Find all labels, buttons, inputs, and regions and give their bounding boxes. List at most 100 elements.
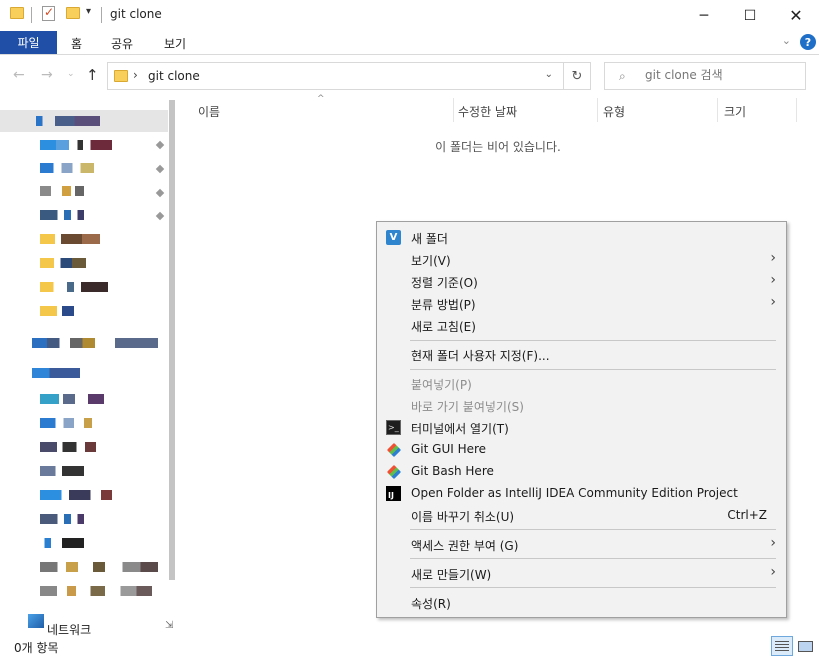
nav-item[interactable] bbox=[40, 490, 112, 500]
menu-separator bbox=[410, 529, 776, 530]
details-view-icon bbox=[775, 640, 789, 652]
menu-item-paste: 붙여넣기(P) bbox=[377, 372, 786, 394]
menu-separator bbox=[410, 587, 776, 588]
menu-item-sort-by[interactable]: 정렬 기준(O) › bbox=[377, 270, 786, 292]
up-icon[interactable]: ↑ bbox=[86, 66, 99, 84]
column-header-modified[interactable]: 수정한 날짜 bbox=[458, 96, 517, 124]
ribbon-tabs: 파일 홈 공유 보기 ⌄ ? bbox=[0, 31, 819, 55]
nav-item[interactable] bbox=[40, 442, 96, 452]
tab-file[interactable]: 파일 bbox=[0, 31, 57, 54]
column-header-type[interactable]: 유형 bbox=[603, 96, 625, 124]
back-icon[interactable]: ← bbox=[13, 67, 25, 83]
menu-item-git-bash[interactable]: Git Bash Here bbox=[377, 460, 786, 482]
nav-item[interactable] bbox=[40, 514, 84, 524]
menu-item-git-gui[interactable]: Git GUI Here bbox=[377, 438, 786, 460]
nav-item-folder[interactable] bbox=[40, 258, 86, 268]
column-divider[interactable] bbox=[453, 98, 454, 122]
chevron-down-icon[interactable]: ⌄ bbox=[545, 69, 553, 80]
expand-ribbon-icon[interactable]: ⌄ bbox=[782, 34, 791, 47]
search-input[interactable] bbox=[645, 68, 795, 82]
nav-item-folder[interactable] bbox=[40, 306, 74, 316]
menu-item-view[interactable]: 보기(V) › bbox=[377, 248, 786, 270]
folder-icon bbox=[10, 7, 24, 19]
nav-item[interactable] bbox=[40, 210, 84, 220]
menu-item-label: 이름 바꾸기 취소(U) bbox=[411, 510, 515, 524]
nav-item[interactable] bbox=[40, 538, 84, 548]
nav-item[interactable] bbox=[40, 163, 94, 173]
help-icon[interactable]: ? bbox=[800, 34, 816, 50]
menu-item-label: 새로 만들기(W) bbox=[411, 568, 492, 582]
properties-quick-icon[interactable] bbox=[42, 5, 55, 21]
column-header-size[interactable]: 크기 bbox=[724, 96, 746, 124]
nav-scrollbar[interactable] bbox=[168, 96, 176, 636]
chevron-right-icon: › bbox=[770, 272, 776, 288]
nav-item-drive[interactable] bbox=[32, 368, 80, 378]
tab-home[interactable]: 홈 bbox=[71, 35, 82, 52]
column-divider[interactable] bbox=[717, 98, 718, 122]
nav-item-this-pc[interactable] bbox=[32, 338, 158, 348]
context-menu: V 새 폴더 보기(V) › 정렬 기준(O) › 분류 방법(P) › 새로 … bbox=[376, 221, 787, 618]
tab-share[interactable]: 공유 bbox=[111, 35, 133, 52]
menu-item-new[interactable]: 새로 만들기(W) › bbox=[377, 562, 786, 584]
column-divider[interactable] bbox=[796, 98, 797, 122]
search-icon: ⌕ bbox=[619, 69, 626, 83]
navigation-bar: ← → ⌄ ↑ › git clone ⌄ ↻ ⌕ bbox=[0, 56, 819, 96]
close-icon[interactable]: ✕ bbox=[773, 0, 819, 31]
menu-item-new-folder[interactable]: V 새 폴더 bbox=[377, 226, 786, 248]
column-divider[interactable] bbox=[597, 98, 598, 122]
customize-quick-access-icon[interactable]: ▾ bbox=[86, 6, 91, 17]
network-icon bbox=[28, 614, 44, 628]
column-header-name[interactable]: 이름 bbox=[198, 96, 220, 124]
vscode-icon: V bbox=[386, 230, 401, 245]
menu-separator bbox=[410, 340, 776, 341]
menu-item-refresh[interactable]: 새로 고침(E) bbox=[377, 314, 786, 336]
resize-grip-icon[interactable]: ⇲ bbox=[165, 620, 173, 631]
large-icons-view-icon bbox=[797, 640, 813, 652]
large-icons-view-button[interactable] bbox=[794, 636, 816, 656]
nav-item-folder[interactable] bbox=[40, 282, 108, 292]
refresh-icon[interactable]: ↻ bbox=[564, 62, 591, 90]
nav-item-network[interactable]: 네트워크 bbox=[47, 621, 91, 638]
maximize-icon[interactable]: ☐ bbox=[727, 0, 773, 31]
nav-item[interactable] bbox=[40, 394, 104, 404]
menu-item-customize-folder[interactable]: 현재 폴더 사용자 지정(F)... bbox=[377, 343, 786, 365]
nav-item[interactable] bbox=[40, 186, 84, 196]
menu-item-give-access[interactable]: 액세스 권한 부여 (G) › bbox=[377, 533, 786, 555]
nav-item-folder[interactable] bbox=[40, 234, 100, 244]
chevron-right-icon: › bbox=[770, 564, 776, 580]
nav-item[interactable] bbox=[40, 562, 158, 572]
menu-item-label: 현재 폴더 사용자 지정(F)... bbox=[411, 349, 550, 363]
tab-view[interactable]: 보기 bbox=[164, 35, 186, 52]
chevron-right-icon[interactable]: › bbox=[133, 68, 138, 82]
menu-separator bbox=[410, 369, 776, 370]
minimize-icon[interactable]: ─ bbox=[681, 0, 727, 31]
address-bar[interactable]: › git clone ⌄ bbox=[107, 62, 564, 90]
forward-icon[interactable]: → bbox=[41, 67, 53, 83]
navigation-pane[interactable] bbox=[0, 96, 177, 636]
scrollbar-thumb[interactable] bbox=[169, 100, 175, 580]
nav-item[interactable] bbox=[40, 418, 92, 428]
sort-ascending-icon: ^ bbox=[317, 94, 325, 104]
menu-item-label: Open Folder as IntelliJ IDEA Community E… bbox=[411, 486, 738, 500]
nav-item[interactable] bbox=[40, 586, 152, 596]
menu-item-label: 터미널에서 열기(T) bbox=[411, 422, 509, 436]
menu-item-label: 보기(V) bbox=[411, 254, 451, 268]
nav-item[interactable] bbox=[40, 140, 112, 150]
menu-item-undo-rename[interactable]: 이름 바꾸기 취소(U) Ctrl+Z bbox=[377, 504, 786, 526]
search-box[interactable]: ⌕ bbox=[604, 62, 806, 90]
menu-item-label: 액세스 권한 부여 (G) bbox=[411, 539, 519, 553]
status-item-count: 0개 항목 bbox=[14, 641, 59, 655]
menu-item-group-by[interactable]: 분류 방법(P) › bbox=[377, 292, 786, 314]
recent-locations-icon[interactable]: ⌄ bbox=[67, 69, 75, 79]
breadcrumb[interactable]: git clone bbox=[148, 69, 200, 83]
nav-item-quick-access[interactable] bbox=[36, 116, 100, 126]
keyboard-shortcut: Ctrl+Z bbox=[727, 508, 767, 522]
menu-item-open-intellij[interactable]: IJ Open Folder as IntelliJ IDEA Communit… bbox=[377, 482, 786, 504]
window-title: git clone bbox=[110, 7, 162, 21]
details-view-button[interactable] bbox=[771, 636, 793, 656]
menu-item-properties[interactable]: 속성(R) bbox=[377, 591, 786, 613]
menu-item-open-terminal[interactable]: >_ 터미널에서 열기(T) bbox=[377, 416, 786, 438]
chevron-right-icon: › bbox=[770, 250, 776, 266]
new-folder-quick-icon[interactable] bbox=[66, 7, 80, 19]
nav-item[interactable] bbox=[40, 466, 84, 476]
